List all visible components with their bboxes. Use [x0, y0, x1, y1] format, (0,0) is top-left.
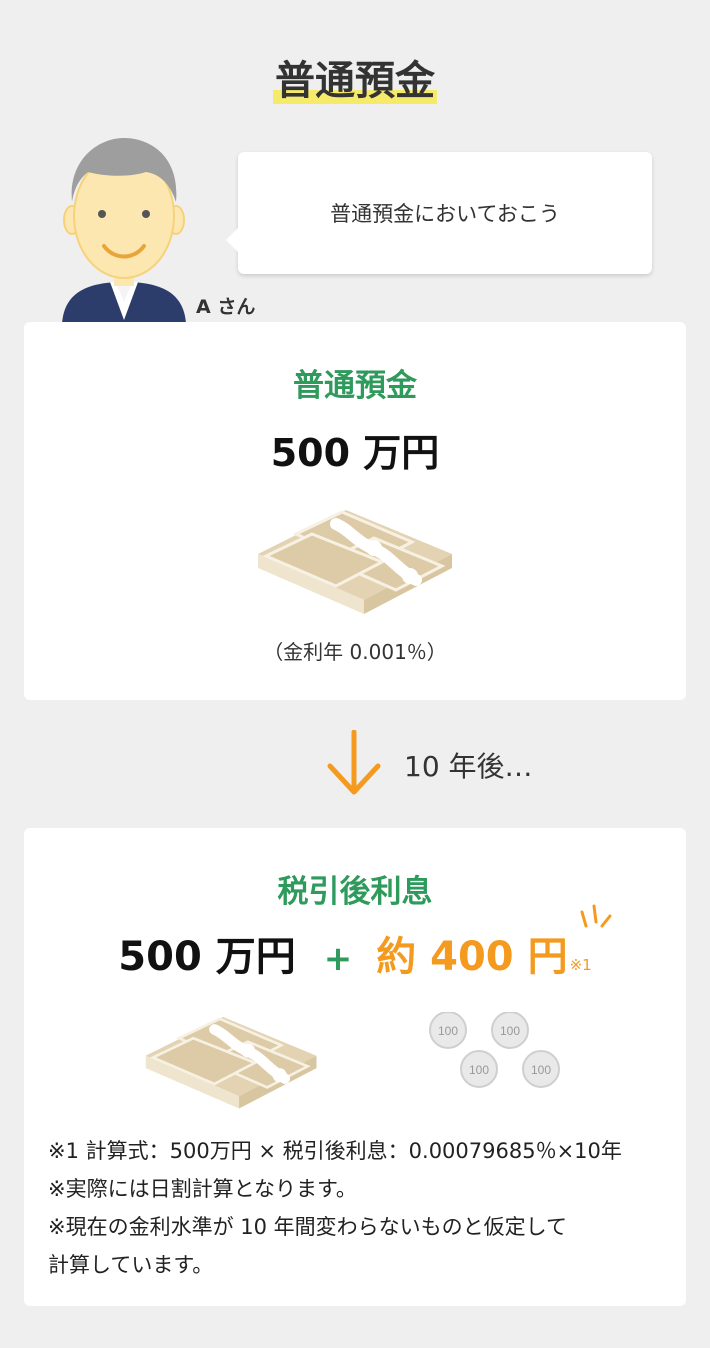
footnote-line: 計算しています。 — [48, 1253, 214, 1277]
footnote-line: ※1 計算式：500万円 × 税引後利息：0.00079685％×10年 — [48, 1139, 622, 1163]
speech-bubble-text: 普通預金においておこう — [330, 202, 560, 226]
coin-label: 100 — [438, 1024, 458, 1038]
result-summary-row: 500 万円 + 約 400 円 ※1 — [24, 924, 686, 982]
speech-bubble: 普通預金においておこう — [226, 152, 652, 274]
savings-amount: 500 万円 — [270, 431, 440, 475]
interest-footnote-mark: ※1 — [569, 956, 592, 974]
footnote-line: ※実際には日割計算となります。 — [48, 1177, 357, 1201]
page-title: 普通預金 — [0, 48, 710, 106]
savings-card: 普通預金 500 万円 （金利年 0.001％） — [24, 322, 686, 700]
page-title-text: 普通預金 — [273, 58, 437, 104]
coin-label: 100 — [500, 1024, 520, 1038]
footnotes: ※1 計算式：500万円 × 税引後利息：0.00079685％×10年 ※実際… — [48, 1132, 622, 1284]
savings-interest-rate: （金利年 0.001％） — [263, 640, 447, 664]
coin-label: 100 — [531, 1063, 551, 1077]
after-tax-interest-card: 税引後利息 500 万円 + 約 400 円 ※1 100 100 100 10… — [24, 828, 686, 1306]
elapsed-time-label: 10 年後… — [404, 750, 533, 783]
cash-bundle-icon — [145, 1017, 317, 1109]
cash-bundle-icon — [258, 510, 452, 614]
down-arrow-icon — [327, 730, 381, 795]
coins-icon: 100 100 100 100 — [429, 1012, 560, 1088]
interest-amount: 約 400 円 — [376, 934, 568, 980]
footnote-line: ※現在の金利水準が 10 年間変わらないものと仮定して — [48, 1215, 568, 1239]
principal-amount: 500 万円 — [118, 934, 296, 980]
plus-sign: + — [323, 939, 353, 979]
person-avatar — [62, 138, 186, 324]
person-name: A さん — [196, 296, 256, 318]
coin-label: 100 — [469, 1063, 489, 1077]
savings-card-title: 普通預金 — [293, 368, 417, 404]
